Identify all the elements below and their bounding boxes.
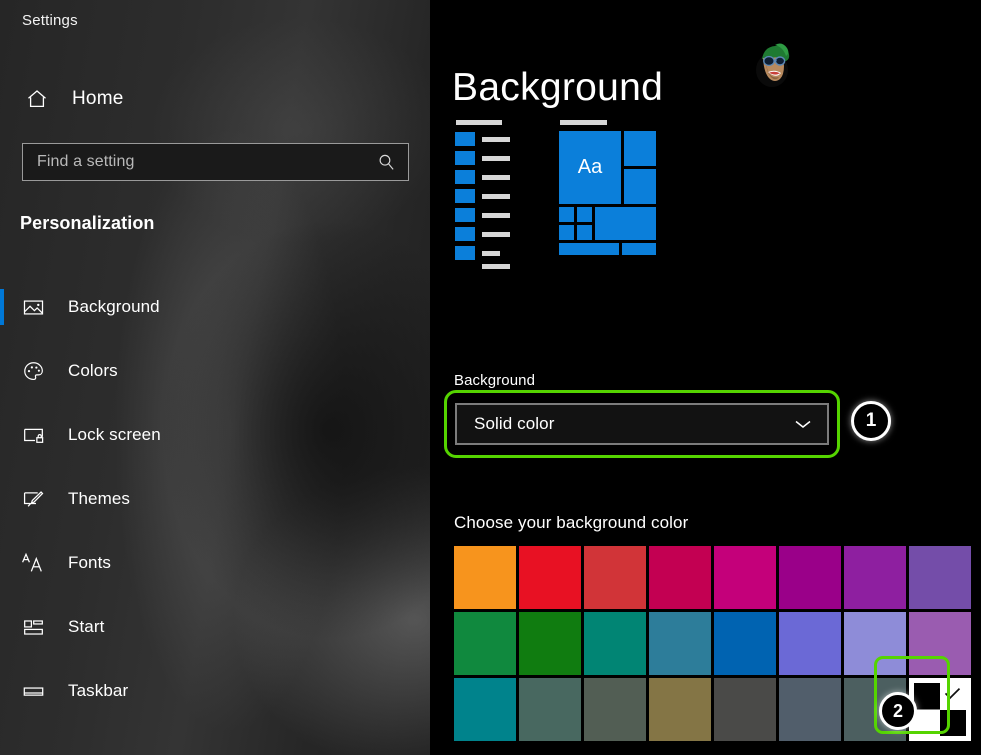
preview-tile (559, 225, 574, 240)
picture-icon (20, 294, 46, 320)
appuals-logo-icon (745, 32, 801, 90)
preview-tile-grid: Aa (559, 120, 669, 265)
color-swatch[interactable] (779, 612, 841, 675)
taskbar-icon (20, 678, 46, 704)
preview-app-list (455, 120, 520, 265)
settings-window: Settings Home Find a setting Personaliza… (0, 0, 981, 755)
sidebar-item-start[interactable]: Start (0, 603, 430, 651)
annotation-marker-1: 1 (851, 401, 891, 441)
search-input[interactable]: Find a setting (22, 143, 409, 181)
sidebar-item-label: Themes (68, 489, 130, 509)
preview-app-line (482, 232, 510, 237)
color-swatch[interactable] (649, 678, 711, 741)
color-swatch[interactable] (649, 546, 711, 609)
color-swatch[interactable] (584, 612, 646, 675)
color-swatch[interactable] (909, 612, 971, 675)
color-swatch[interactable] (454, 612, 516, 675)
sidebar-item-taskbar[interactable]: Taskbar (0, 667, 430, 715)
app-title: Settings (22, 12, 78, 29)
preview-app-square (455, 227, 475, 241)
preview-tile-text: Aa (578, 156, 602, 179)
chevron-down-icon (793, 418, 813, 430)
start-menu-preview: Aa (455, 120, 705, 295)
sidebar-item-lock-screen[interactable]: Lock screen (0, 411, 430, 459)
preview-app-line (482, 251, 500, 256)
sidebar-item-themes[interactable]: Themes (0, 475, 430, 523)
color-swatch[interactable] (714, 678, 776, 741)
color-swatch[interactable] (584, 546, 646, 609)
color-swatch[interactable] (519, 678, 581, 741)
preview-app-line (482, 194, 510, 199)
search-placeholder: Find a setting (37, 153, 377, 171)
fonts-icon (20, 550, 46, 576)
sidebar-item-label: Background (68, 297, 160, 317)
color-swatch[interactable] (714, 612, 776, 675)
preview-app-line (482, 175, 510, 180)
preview-tile (559, 243, 619, 255)
color-swatch[interactable] (909, 546, 971, 609)
background-type-dropdown[interactable]: Solid color (455, 403, 829, 445)
preview-tile-large: Aa (559, 131, 621, 204)
sidebar-item-label: Fonts (68, 553, 111, 573)
sidebar-item-background[interactable]: Background (0, 283, 430, 331)
home-label: Home (72, 88, 123, 110)
lock-screen-icon (20, 422, 46, 448)
sidebar-item-label: Taskbar (68, 681, 128, 701)
search-icon (377, 153, 396, 172)
preview-app-line (482, 156, 510, 161)
color-swatch[interactable] (519, 546, 581, 609)
preview-app-line (482, 264, 510, 269)
selection-indicator (0, 289, 4, 325)
start-icon (20, 614, 46, 640)
preview-tile (595, 207, 656, 240)
color-swatch[interactable] (844, 612, 906, 675)
background-dropdown-value: Solid color (474, 414, 793, 434)
preview-tile (624, 169, 656, 204)
palette-icon (20, 358, 46, 384)
color-swatch[interactable] (454, 678, 516, 741)
annotation-marker-2: 2 (879, 692, 917, 730)
color-swatch[interactable] (779, 546, 841, 609)
sidebar-item-fonts[interactable]: Fonts (0, 539, 430, 587)
color-swatch[interactable] (649, 612, 711, 675)
preview-app-square (455, 132, 475, 146)
preview-tile (559, 207, 574, 222)
color-swatch[interactable] (714, 546, 776, 609)
preview-tile (622, 243, 656, 255)
preview-app-square (455, 151, 475, 165)
preview-app-line (482, 213, 510, 218)
home-button[interactable]: Home (18, 82, 129, 116)
color-swatch[interactable] (584, 678, 646, 741)
sidebar-item-label: Lock screen (68, 425, 161, 445)
preview-app-line (482, 137, 510, 142)
color-picker-label: Choose your background color (454, 513, 688, 533)
preview-tile (577, 207, 592, 222)
themes-icon (20, 486, 46, 512)
sidebar: Settings Home Find a setting Personaliza… (0, 0, 430, 755)
color-swatch[interactable] (519, 612, 581, 675)
color-swatch[interactable] (454, 546, 516, 609)
preview-app-square (455, 246, 475, 260)
preview-app-square (455, 208, 475, 222)
sidebar-nav: Background Colors (0, 283, 430, 731)
color-swatch[interactable] (844, 546, 906, 609)
preview-header-bar (456, 120, 502, 125)
sidebar-item-label: Start (68, 617, 104, 637)
page-title: Background (452, 66, 663, 110)
preview-tile (624, 131, 656, 166)
color-swatch-selected[interactable] (909, 678, 971, 741)
preview-header-bar (560, 120, 607, 125)
sidebar-item-colors[interactable]: Colors (0, 347, 430, 395)
preview-tile (577, 225, 592, 240)
preview-app-square (455, 170, 475, 184)
section-header: Personalization (20, 213, 155, 234)
color-swatch[interactable] (779, 678, 841, 741)
home-icon (24, 86, 50, 112)
background-setting-label: Background (454, 372, 535, 389)
check-icon (944, 687, 961, 700)
preview-app-square (455, 189, 475, 203)
sidebar-item-label: Colors (68, 361, 118, 381)
main-content: Background (430, 0, 981, 755)
